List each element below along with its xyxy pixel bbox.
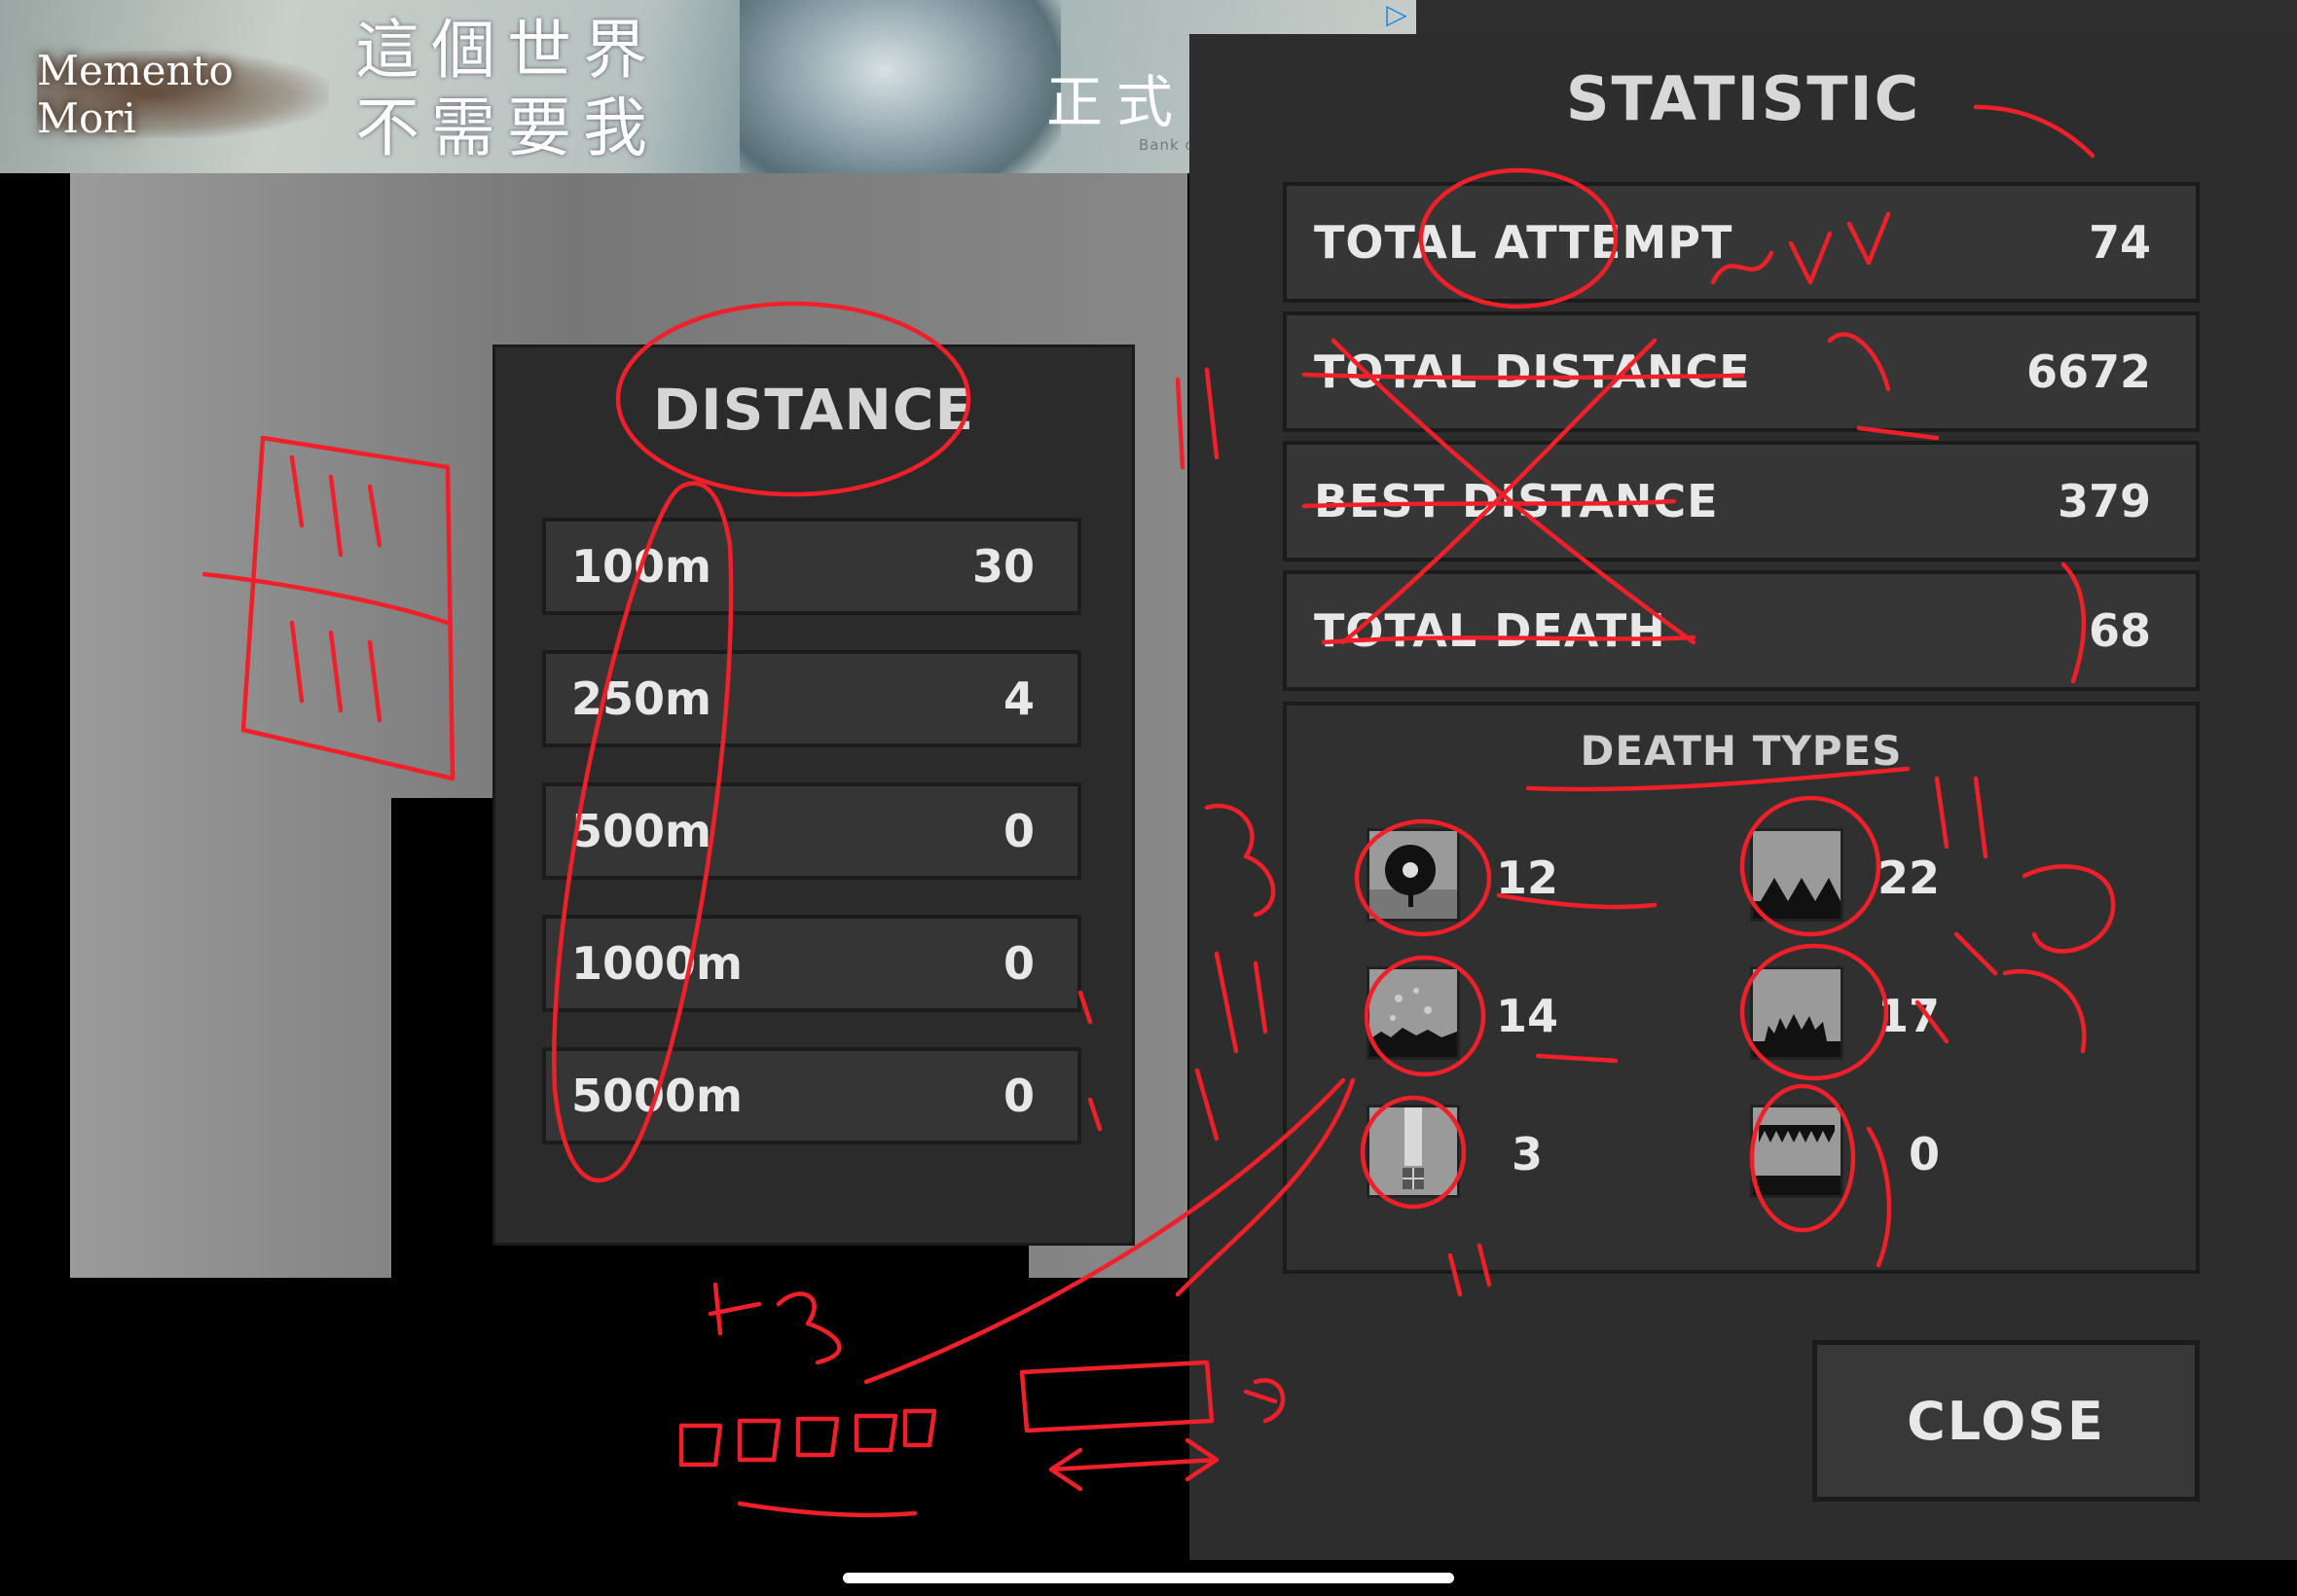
stat-row-total-distance: TOTAL DISTANCE 6672 (1283, 311, 2200, 432)
distance-label: 100m (571, 540, 711, 593)
saw-blade-icon (1367, 828, 1460, 922)
ad-choices-icon[interactable]: ▷ (1380, 0, 1413, 29)
distance-label: 250m (571, 672, 711, 725)
stat-value: 6672 (2025, 345, 2151, 398)
distance-row: 1000m 0 (542, 915, 1081, 1012)
stat-value: 379 (2057, 475, 2151, 527)
stat-row-total-death: TOTAL DEATH 68 (1283, 570, 2200, 691)
distance-panel: DISTANCE 100m 30 250m 4 500m 0 1000m 0 5… (492, 345, 1135, 1246)
death-count: 22 (1877, 852, 1940, 904)
distance-row: 100m 30 (542, 518, 1081, 615)
death-count: 3 (1511, 1128, 1543, 1180)
death-count: 12 (1495, 852, 1558, 904)
stat-row-total-attempt: TOTAL ATTEMPT 74 (1283, 182, 2200, 303)
stat-row-best-distance: BEST DISTANCE 379 (1283, 441, 2200, 562)
distance-value: 0 (1003, 805, 1035, 857)
ad-artwork (740, 0, 1061, 173)
distance-label: 5000m (571, 1070, 743, 1122)
close-button[interactable]: CLOSE (1812, 1340, 2200, 1502)
distance-label: 1000m (571, 937, 743, 990)
distance-label: 500m (571, 805, 711, 857)
death-count: 14 (1495, 990, 1558, 1042)
distance-row: 250m 4 (542, 650, 1081, 747)
home-indicator[interactable] (843, 1573, 1454, 1583)
stat-label: TOTAL ATTEMPT (1314, 216, 1733, 269)
death-count: 17 (1877, 990, 1940, 1042)
distance-row: 500m 0 (542, 782, 1081, 880)
distance-value: 0 (1003, 1070, 1035, 1122)
stat-value: 74 (2088, 216, 2151, 269)
spiky-creature-icon (1750, 966, 1843, 1060)
death-types-title: DEATH TYPES (1580, 727, 1903, 775)
distance-value: 30 (971, 540, 1035, 593)
stat-label: BEST DISTANCE (1314, 475, 1719, 527)
ad-slogan-line2: 不需要我 (355, 91, 659, 165)
ad-slogan: 這個世界 不需要我 (355, 12, 686, 167)
distance-row: 5000m 0 (542, 1047, 1081, 1144)
floor-spikes-icon (1750, 828, 1843, 922)
distance-value: 4 (1003, 672, 1035, 725)
statistic-panel: STATISTIC TOTAL ATTEMPT 74 TOTAL DISTANC… (1189, 34, 2297, 1560)
ad-slogan-line1: 這個世界 (355, 13, 659, 88)
falling-debris-icon (1367, 966, 1460, 1060)
ceiling-spikes-icon (1750, 1105, 1843, 1198)
stat-label: TOTAL DEATH (1314, 604, 1666, 657)
ad-logo: Memento Mori (37, 47, 329, 142)
distance-title: DISTANCE (652, 377, 975, 443)
distance-value: 0 (1003, 937, 1035, 990)
crusher-pillar-icon (1367, 1105, 1460, 1198)
statistic-title: STATISTIC (1565, 63, 1921, 134)
stat-label: TOTAL DISTANCE (1314, 345, 1751, 398)
death-count: 0 (1908, 1128, 1940, 1180)
stat-value: 68 (2088, 604, 2151, 657)
status-strip (1416, 0, 2297, 34)
death-types-box: DEATH TYPES 12 14 3 22 17 0 (1283, 702, 2200, 1274)
